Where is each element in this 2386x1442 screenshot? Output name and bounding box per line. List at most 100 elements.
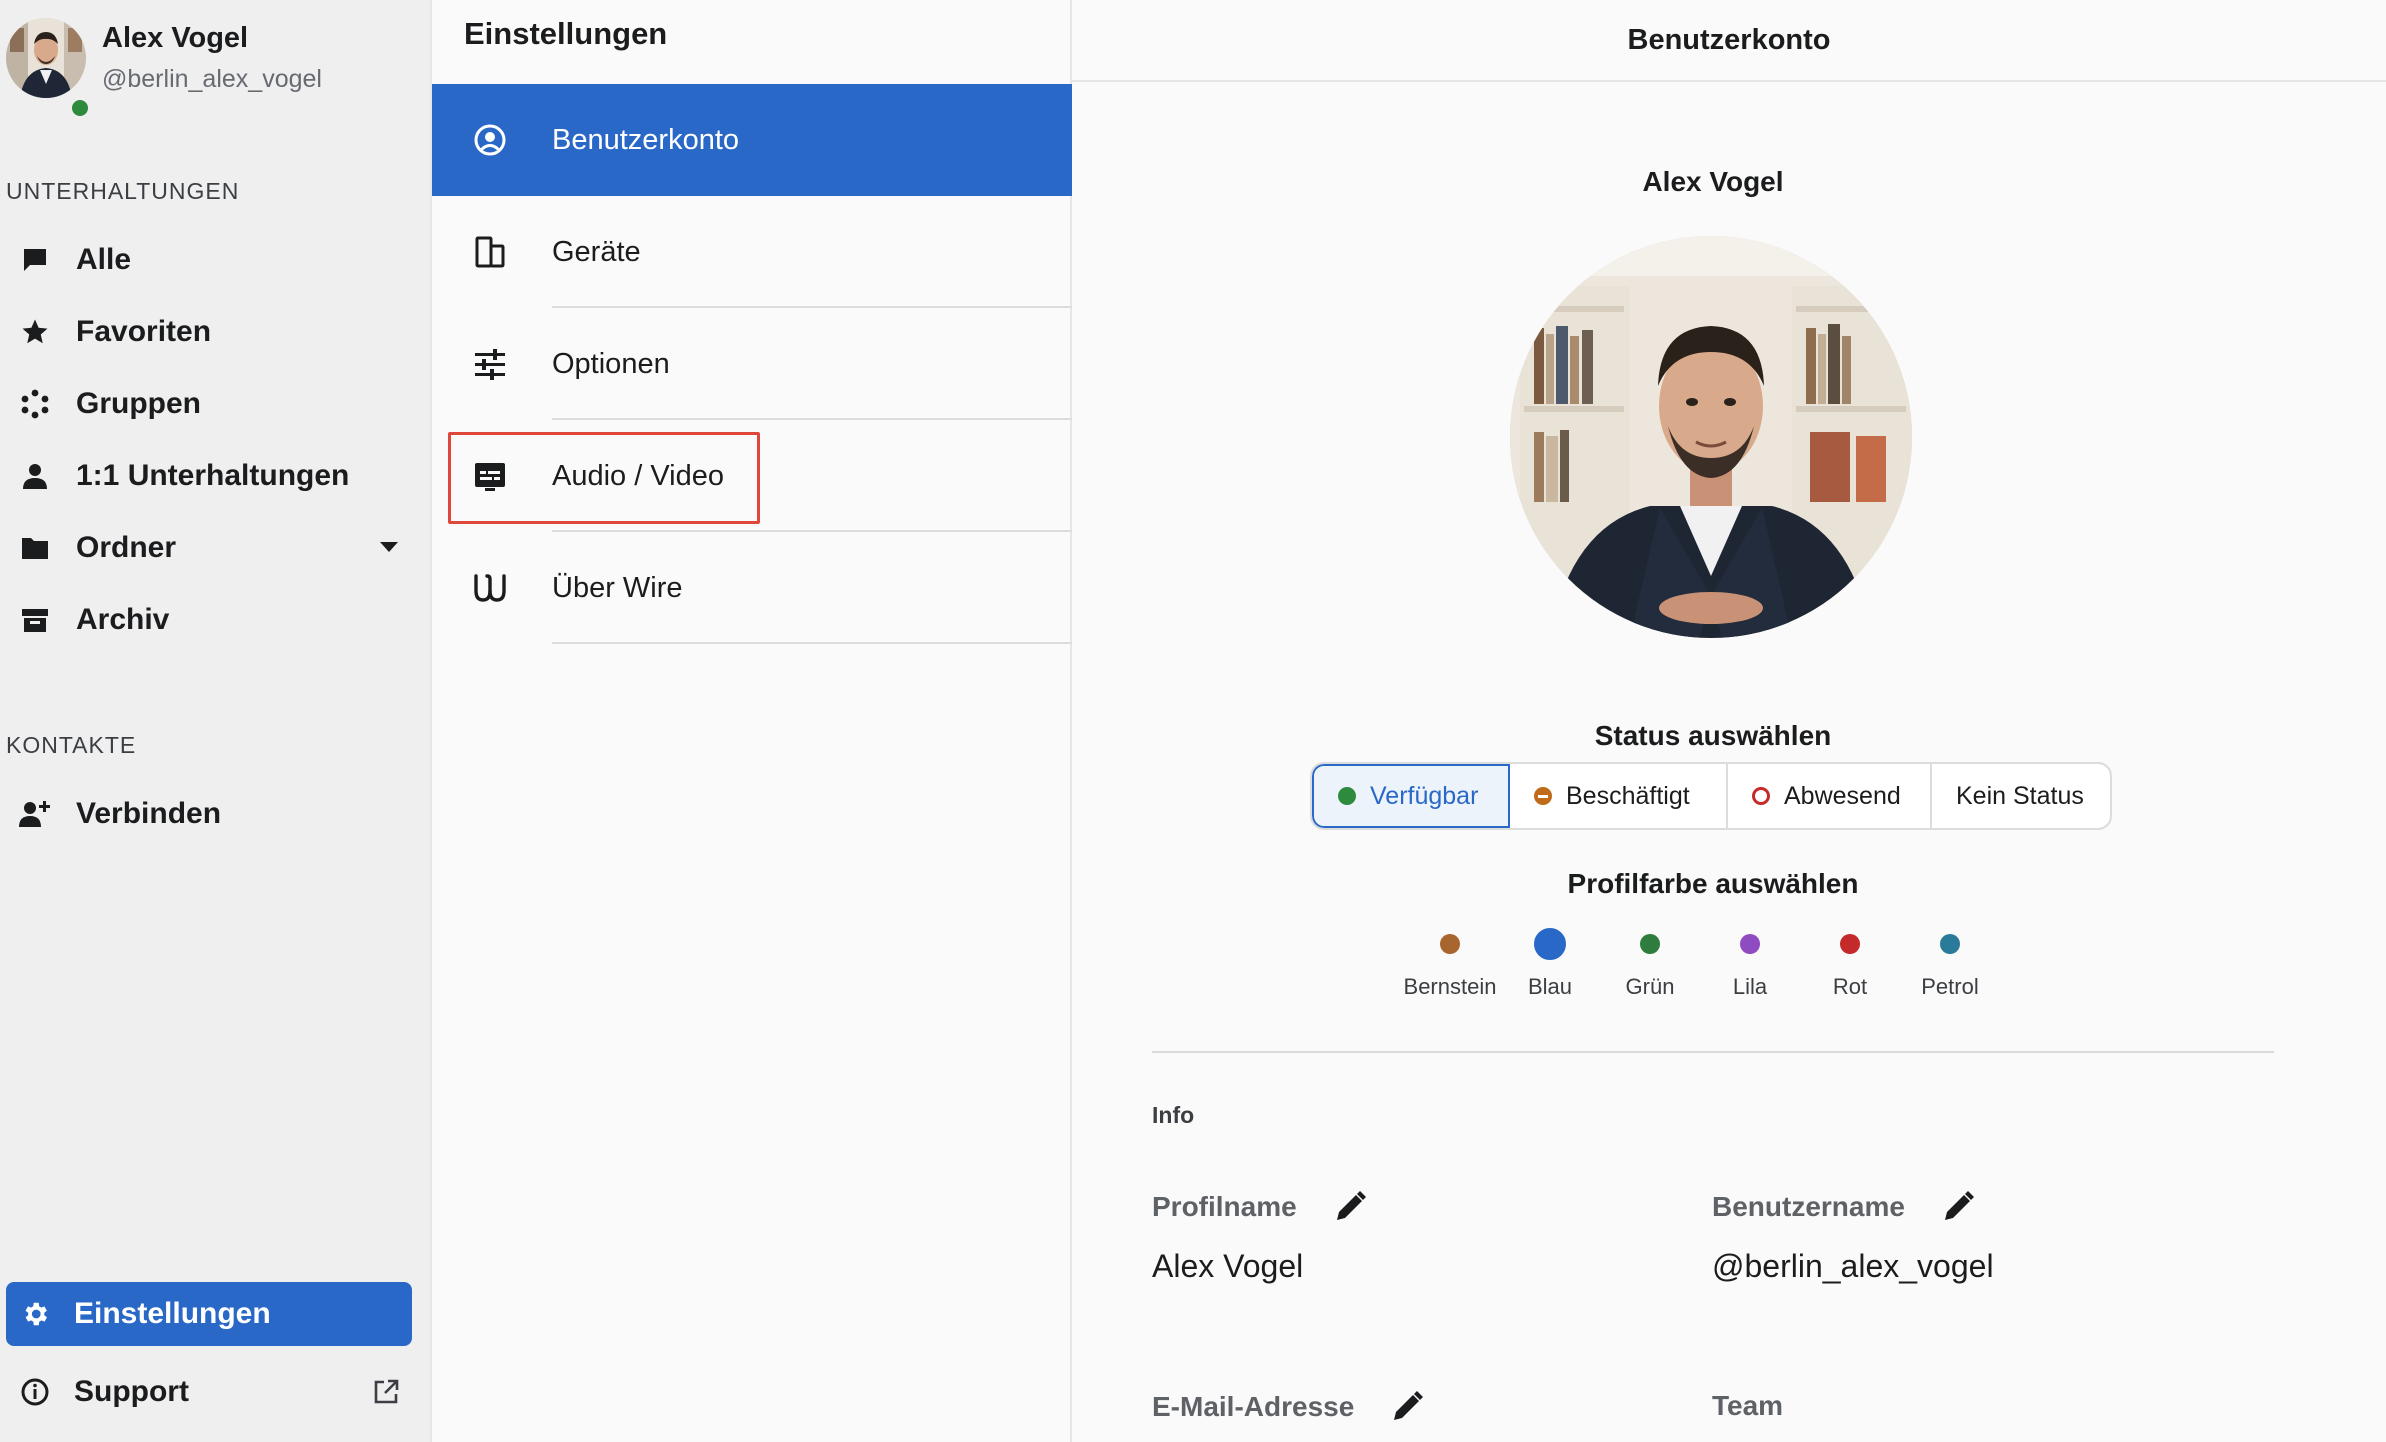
- chat-bubble-icon: [18, 243, 52, 277]
- profile-picture[interactable]: [1510, 236, 1912, 638]
- folder-icon: [18, 531, 52, 565]
- color-option-amber[interactable]: Bernstein: [1400, 926, 1500, 1000]
- settings-item-label: Über Wire: [552, 571, 683, 604]
- status-option-label: Abwesend: [1784, 781, 1901, 810]
- color-option-red[interactable]: Rot: [1800, 926, 1900, 1000]
- status-option-none[interactable]: Kein Status: [1932, 764, 2110, 828]
- support-button[interactable]: Support: [6, 1360, 412, 1424]
- color-swatch: [1740, 934, 1760, 954]
- color-option-label: Blau: [1527, 974, 1573, 999]
- color-option-blue[interactable]: Blau: [1500, 926, 1600, 1000]
- account-header: Benutzerkonto: [1072, 0, 2386, 82]
- pencil-icon[interactable]: [1941, 1190, 1975, 1224]
- profile-display-name: Alex Vogel: [1642, 166, 1784, 197]
- settings-item-label: Geräte: [552, 235, 641, 268]
- wire-logo-icon: [472, 570, 508, 606]
- status-option-busy[interactable]: Beschäftigt: [1510, 764, 1728, 828]
- settings-item-label: Optionen: [552, 347, 670, 380]
- nav-item-one-to-one[interactable]: 1:1 Unterhaltungen: [0, 440, 430, 512]
- contacts-section-label: KONTAKTE: [6, 732, 137, 758]
- away-status-icon: [1752, 787, 1770, 805]
- conversations-section-label: UNTERHALTUNGEN: [6, 178, 240, 204]
- color-option-petrol[interactable]: Petrol: [1900, 926, 2000, 1000]
- status-option-available[interactable]: Verfügbar: [1312, 764, 1510, 828]
- username-field-label: Benutzername: [1712, 1190, 1975, 1224]
- settings-label: Einstellungen: [74, 1297, 271, 1330]
- settings-menu-title: Einstellungen: [464, 16, 668, 51]
- settings-item-about-wire[interactable]: Über Wire: [432, 532, 1072, 644]
- field-label-text: Team: [1712, 1390, 1784, 1421]
- color-swatch: [1840, 934, 1860, 954]
- busy-status-icon: [1534, 787, 1552, 805]
- profile-name-field-label: Profilname: [1152, 1190, 1367, 1224]
- color-option-label: Grün: [1625, 974, 1675, 999]
- sidebar: Alex Vogel @berlin_alex_vogel UNTERHALTU…: [0, 0, 430, 1442]
- add-person-icon: [18, 797, 52, 831]
- username-value: @berlin_alex_vogel: [1712, 1248, 1994, 1284]
- account-circle-icon: [472, 122, 508, 158]
- sliders-icon: [472, 346, 508, 382]
- status-option-label: Verfügbar: [1370, 781, 1479, 810]
- nav-item-all[interactable]: Alle: [0, 224, 430, 296]
- color-option-label: Petrol: [1921, 974, 1979, 999]
- nav-item-favorites[interactable]: Favoriten: [0, 296, 430, 368]
- user-profile-summary[interactable]: Alex Vogel @berlin_alex_vogel: [6, 18, 322, 120]
- nav-item-label: Favoriten: [76, 315, 212, 348]
- group-dots-icon: [18, 387, 52, 421]
- profile-name-value: Alex Vogel: [1152, 1248, 1304, 1284]
- gear-icon: [20, 1299, 50, 1329]
- profile-color-selector: Bernstein Blau Grün Lila Rot Petrol: [1400, 926, 2000, 1000]
- color-option-green[interactable]: Grün: [1600, 926, 1700, 1000]
- team-field-label: Team: [1712, 1390, 1783, 1422]
- settings-item-label: Benutzerkonto: [552, 123, 740, 156]
- menu-divider: [552, 642, 1072, 644]
- pencil-icon[interactable]: [1333, 1190, 1367, 1224]
- color-swatch: [1940, 934, 1960, 954]
- nav-item-label: Gruppen: [76, 387, 201, 420]
- nav-item-label: Alle: [76, 243, 132, 276]
- color-option-label: Rot: [1832, 974, 1868, 999]
- star-icon: [18, 315, 52, 349]
- user-name: Alex Vogel: [102, 22, 249, 54]
- field-label-text: E-Mail-Adresse: [1152, 1391, 1355, 1422]
- color-swatch: [1534, 928, 1566, 960]
- settings-button[interactable]: Einstellungen: [6, 1282, 412, 1346]
- avatar[interactable]: [6, 18, 86, 98]
- status-option-away[interactable]: Abwesend: [1728, 764, 1932, 828]
- conversations-nav: Alle Favoriten Gruppen 1:1 Unterhaltunge…: [0, 224, 430, 656]
- settings-item-options[interactable]: Optionen: [432, 308, 1072, 420]
- user-handle: @berlin_alex_vogel: [102, 65, 322, 93]
- color-option-label: Bernstein: [1403, 974, 1497, 999]
- color-option-label: Lila: [1732, 974, 1768, 999]
- field-label-text: Benutzername: [1712, 1191, 1905, 1222]
- color-swatch: [1440, 934, 1460, 954]
- email-field-label: E-Mail-Adresse: [1152, 1390, 1424, 1424]
- pencil-icon[interactable]: [1390, 1390, 1424, 1424]
- color-swatch: [1640, 934, 1660, 954]
- settings-item-audio-video[interactable]: Audio / Video: [432, 420, 1072, 532]
- status-option-label: Kein Status: [1956, 781, 2084, 810]
- settings-item-devices[interactable]: Geräte: [432, 196, 1072, 308]
- nav-item-label: Archiv: [76, 603, 170, 636]
- nav-item-groups[interactable]: Gruppen: [0, 368, 430, 440]
- info-icon: [20, 1377, 50, 1407]
- person-icon: [18, 459, 52, 493]
- info-section-label: Info: [1152, 1102, 1195, 1128]
- nav-item-label: Verbinden: [76, 797, 222, 830]
- nav-item-connect[interactable]: Verbinden: [0, 778, 430, 850]
- field-label-text: Profilname: [1152, 1191, 1297, 1222]
- status-selector: Verfügbar Beschäftigt Abwesend Kein Stat…: [1310, 762, 2112, 830]
- chevron-down-icon[interactable]: [380, 542, 398, 552]
- available-status-icon: [1338, 787, 1356, 805]
- archive-icon: [18, 603, 52, 637]
- devices-icon: [472, 234, 508, 270]
- nav-item-folders[interactable]: Ordner: [0, 512, 430, 584]
- settings-item-account[interactable]: Benutzerkonto: [432, 84, 1072, 196]
- account-panel: Benutzerkonto Alex Vogel Status auswähle…: [1072, 0, 2386, 1442]
- nav-item-label: Ordner: [76, 531, 177, 564]
- nav-item-archive[interactable]: Archiv: [0, 584, 430, 656]
- color-option-purple[interactable]: Lila: [1700, 926, 1800, 1000]
- status-option-label: Beschäftigt: [1566, 781, 1690, 810]
- nav-item-label: 1:1 Unterhaltungen: [76, 459, 350, 492]
- support-label: Support: [74, 1375, 189, 1408]
